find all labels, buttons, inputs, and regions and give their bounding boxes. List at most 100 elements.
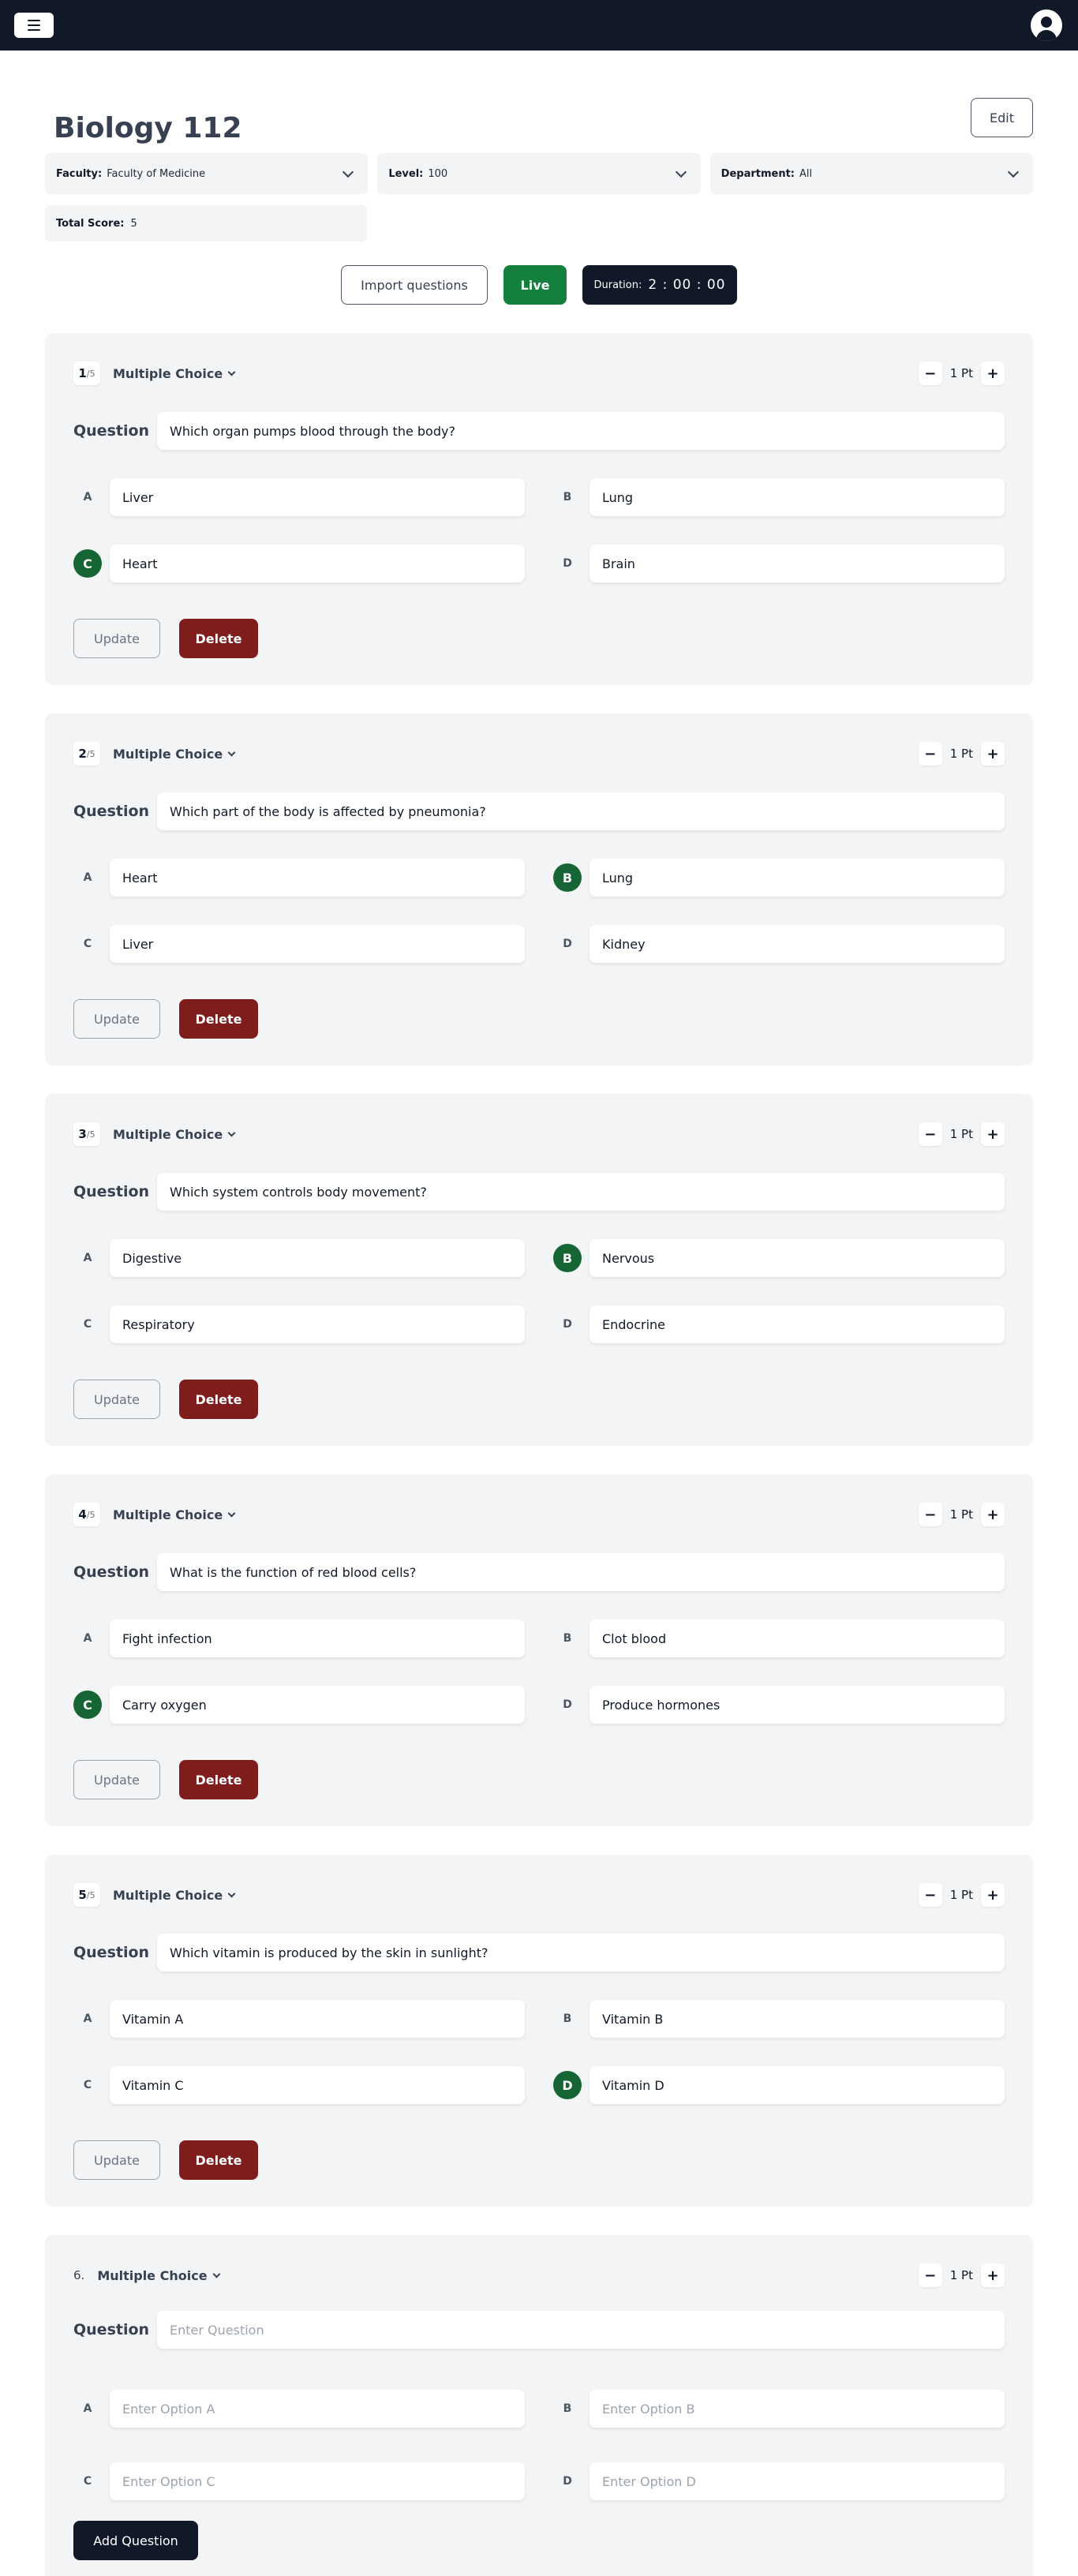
question-input[interactable]: Which part of the body is affected by pn… bbox=[157, 792, 1005, 830]
option-letter[interactable]: A bbox=[73, 2005, 102, 2033]
option-c-input[interactable]: Respiratory bbox=[110, 1305, 525, 1343]
delete-button[interactable]: Delete bbox=[179, 1760, 258, 1799]
option-a-input[interactable]: Heart bbox=[110, 859, 525, 897]
decrease-points-button[interactable]: − bbox=[918, 1883, 942, 1907]
question-input[interactable]: Which vitamin is produced by the skin in… bbox=[157, 1934, 1005, 1971]
question-type-select[interactable]: Multiple Choice bbox=[113, 365, 236, 381]
question-type-select[interactable]: Multiple Choice bbox=[97, 2268, 220, 2283]
department-select[interactable]: Department: All bbox=[709, 153, 1033, 194]
question-input[interactable]: What is the function of red blood cells? bbox=[157, 1553, 1005, 1591]
option-letter[interactable]: B bbox=[553, 1624, 582, 1653]
option-a-input[interactable]: Liver bbox=[110, 478, 525, 516]
option-letter[interactable]: B bbox=[553, 2394, 582, 2423]
update-button[interactable]: Update bbox=[73, 999, 160, 1039]
option-b-input[interactable]: Enter Option B bbox=[590, 2390, 1005, 2428]
option-d-input[interactable]: Endocrine bbox=[590, 1305, 1005, 1343]
edit-button[interactable]: Edit bbox=[971, 98, 1033, 137]
question-input[interactable]: Which system controls body movement? bbox=[157, 1173, 1005, 1211]
question-type-label: Multiple Choice bbox=[113, 1507, 223, 1522]
option-a-input[interactable]: Vitamin A bbox=[110, 2000, 525, 2038]
correct-answer-marker[interactable]: C bbox=[73, 549, 102, 578]
increase-points-button[interactable]: + bbox=[981, 2263, 1005, 2287]
increase-points-button[interactable]: + bbox=[981, 742, 1005, 766]
decrease-points-button[interactable]: − bbox=[918, 1503, 942, 1526]
option-letter[interactable]: D bbox=[553, 2467, 582, 2496]
question-number-badge: 1/5 bbox=[73, 361, 100, 385]
correct-answer-marker[interactable]: B bbox=[553, 863, 582, 892]
option-a-input[interactable]: Enter Option A bbox=[110, 2390, 525, 2428]
decrease-points-button[interactable]: − bbox=[918, 2263, 942, 2287]
question-card: 1/5 Multiple Choice −1 Pt + Question Which or… bbox=[45, 333, 1033, 685]
option-letter[interactable]: B bbox=[553, 483, 582, 511]
option-a-input[interactable]: Digestive bbox=[110, 1239, 525, 1277]
correct-answer-marker[interactable]: D bbox=[553, 2071, 582, 2099]
option-d-input[interactable]: Brain bbox=[590, 545, 1005, 582]
increase-points-button[interactable]: + bbox=[981, 1883, 1005, 1907]
option-letter[interactable]: D bbox=[553, 930, 582, 958]
question-type-select[interactable]: Multiple Choice bbox=[113, 1127, 236, 1142]
correct-answer-marker[interactable]: C bbox=[73, 1690, 102, 1719]
option-letter[interactable]: A bbox=[73, 863, 102, 892]
option-letter[interactable]: C bbox=[73, 2467, 102, 2496]
option-c-input[interactable]: Heart bbox=[110, 545, 525, 582]
option-d-input[interactable]: Enter Option D bbox=[590, 2462, 1005, 2500]
page-title: Biology 112 bbox=[54, 111, 242, 144]
question-type-label: Multiple Choice bbox=[113, 365, 223, 381]
option-letter[interactable]: A bbox=[73, 1244, 102, 1272]
option-letter[interactable]: C bbox=[73, 1310, 102, 1339]
update-button[interactable]: Update bbox=[73, 1760, 160, 1799]
option-letter[interactable]: C bbox=[73, 2071, 102, 2099]
decrease-points-button[interactable]: − bbox=[918, 1122, 942, 1146]
filter-bar: Faculty: Faculty of Medicine Level: 100 De… bbox=[0, 153, 1078, 194]
delete-button[interactable]: Delete bbox=[179, 619, 258, 658]
option-letter[interactable]: C bbox=[73, 930, 102, 958]
option-b-input[interactable]: Lung bbox=[590, 859, 1005, 897]
option-letter[interactable]: A bbox=[73, 2394, 102, 2423]
option-letter[interactable]: B bbox=[553, 2005, 582, 2033]
update-button[interactable]: Update bbox=[73, 619, 160, 658]
option-letter[interactable]: A bbox=[73, 483, 102, 511]
delete-button[interactable]: Delete bbox=[179, 999, 258, 1039]
option-d-input[interactable]: Produce hormones bbox=[590, 1686, 1005, 1724]
update-button[interactable]: Update bbox=[73, 2140, 160, 2180]
option-b-input[interactable]: Clot blood bbox=[590, 1619, 1005, 1657]
delete-button[interactable]: Delete bbox=[179, 1380, 258, 1419]
option-b-input[interactable]: Nervous bbox=[590, 1239, 1005, 1277]
duration-button[interactable]: Duration: 2 : 00 : 00 bbox=[582, 265, 737, 305]
option-a-input[interactable]: Fight infection bbox=[110, 1619, 525, 1657]
option-letter[interactable]: A bbox=[73, 1624, 102, 1653]
option-c-input[interactable]: Enter Option C bbox=[110, 2462, 525, 2500]
option-letter[interactable]: D bbox=[553, 1310, 582, 1339]
option-c-input[interactable]: Vitamin C bbox=[110, 2066, 525, 2104]
hamburger-menu-icon[interactable] bbox=[14, 13, 54, 38]
option-letter[interactable]: D bbox=[553, 549, 582, 578]
department-label: Department: bbox=[721, 167, 795, 180]
option-letter[interactable]: D bbox=[553, 1690, 582, 1719]
question-type-select[interactable]: Multiple Choice bbox=[113, 747, 236, 762]
delete-button[interactable]: Delete bbox=[179, 2140, 258, 2180]
increase-points-button[interactable]: + bbox=[981, 1122, 1005, 1146]
question-type-select[interactable]: Multiple Choice bbox=[113, 1888, 236, 1903]
option-d-input[interactable]: Kidney bbox=[590, 925, 1005, 963]
live-button[interactable]: Live bbox=[503, 265, 567, 305]
user-avatar-icon[interactable] bbox=[1031, 9, 1062, 41]
option-c-input[interactable]: Carry oxygen bbox=[110, 1686, 525, 1724]
level-select[interactable]: Level: 100 bbox=[377, 153, 701, 194]
update-button[interactable]: Update bbox=[73, 1380, 160, 1419]
faculty-select[interactable]: Faculty: Faculty of Medicine bbox=[45, 153, 369, 194]
option-d-input[interactable]: Vitamin D bbox=[590, 2066, 1005, 2104]
decrease-points-button[interactable]: − bbox=[918, 742, 942, 766]
question-total: /5 bbox=[86, 1889, 95, 1900]
decrease-points-button[interactable]: − bbox=[918, 361, 942, 385]
option-b-input[interactable]: Lung bbox=[590, 478, 1005, 516]
option-b-input[interactable]: Vitamin B bbox=[590, 2000, 1005, 2038]
question-input[interactable]: Which organ pumps blood through the body… bbox=[157, 412, 1005, 450]
increase-points-button[interactable]: + bbox=[981, 1503, 1005, 1526]
new-question-input[interactable]: Enter Question bbox=[157, 2311, 1005, 2349]
add-question-button[interactable]: Add Question bbox=[73, 2521, 198, 2560]
correct-answer-marker[interactable]: B bbox=[553, 1244, 582, 1272]
question-type-select[interactable]: Multiple Choice bbox=[113, 1507, 236, 1522]
increase-points-button[interactable]: + bbox=[981, 361, 1005, 385]
option-c-input[interactable]: Liver bbox=[110, 925, 525, 963]
import-questions-button[interactable]: Import questions bbox=[341, 265, 488, 305]
